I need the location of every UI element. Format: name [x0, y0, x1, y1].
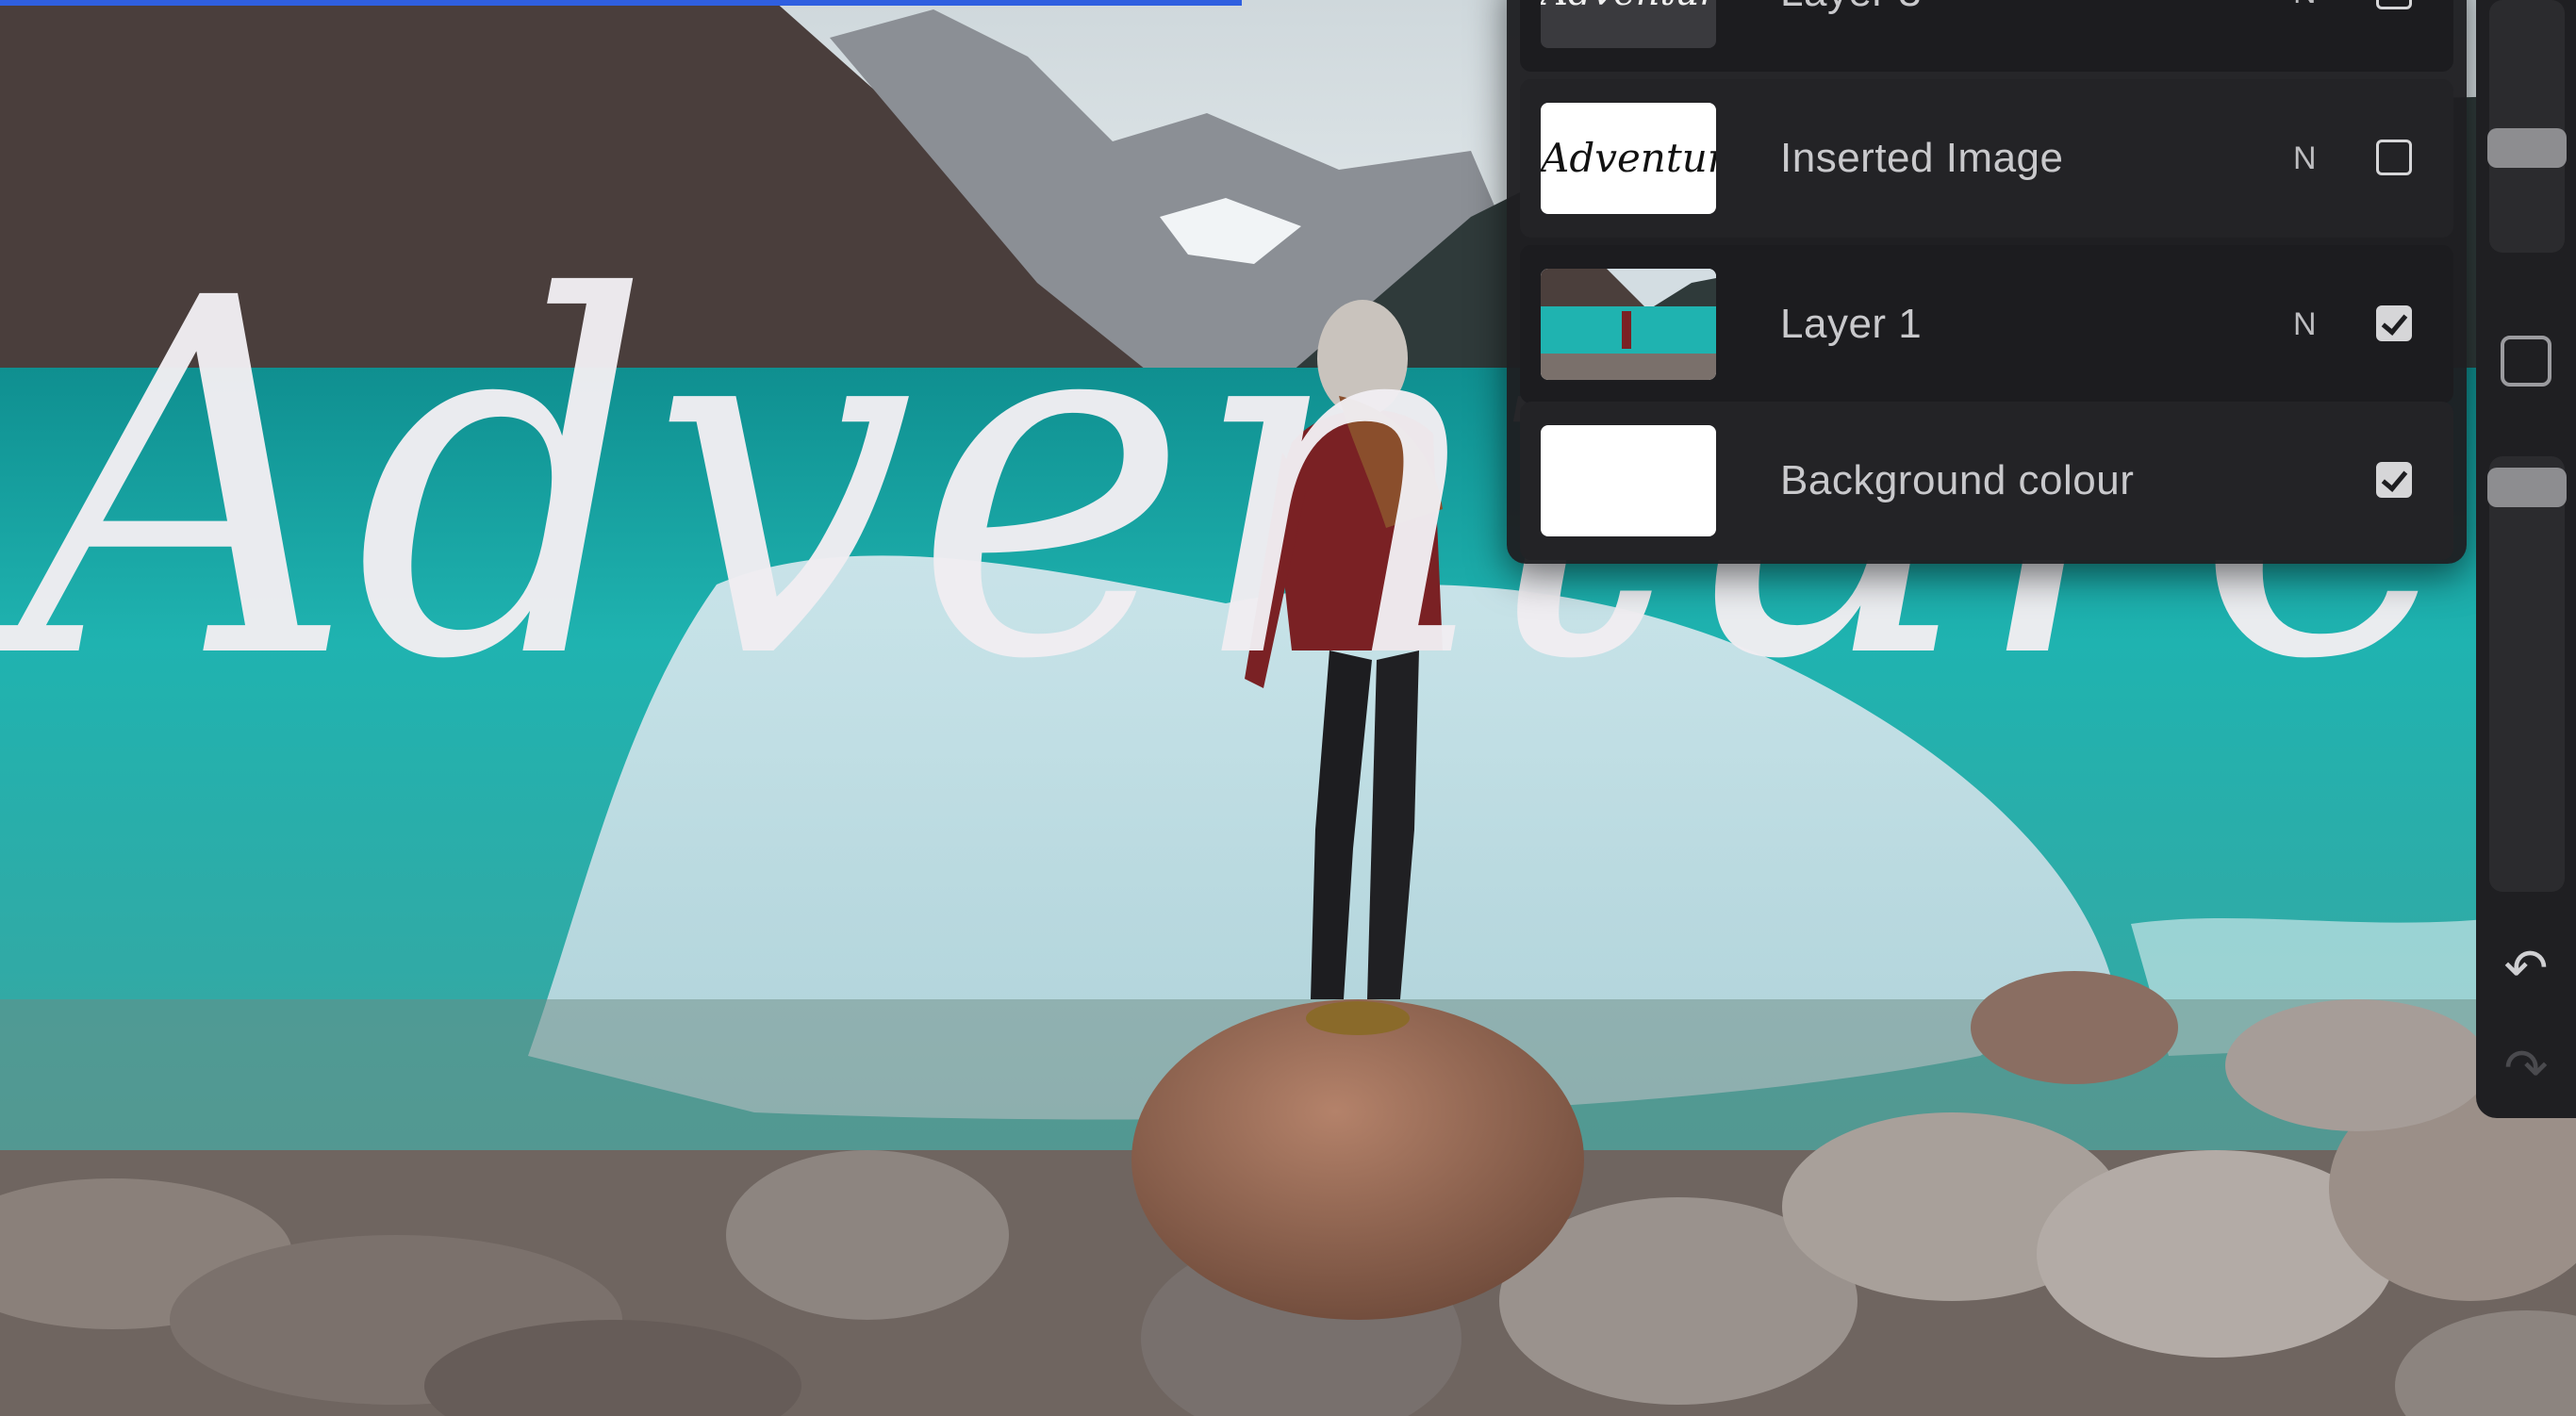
- layers-panel: Adventure Layer 3 N Adventure Inserted I…: [1507, 0, 2467, 564]
- layer-row-background-colour[interactable]: Background colour: [1520, 402, 2453, 560]
- layer-1-thumbnail: [1541, 269, 1716, 380]
- redo-arrow-icon[interactable]: ↷: [2491, 1033, 2561, 1103]
- visibility-checkbox[interactable]: [2376, 305, 2412, 341]
- brush-size-slider[interactable]: [2487, 0, 2567, 253]
- undo-arrow-icon[interactable]: ↶: [2491, 933, 2561, 1003]
- blend-mode-button[interactable]: N: [2293, 245, 2317, 403]
- layer-row-layer-3[interactable]: Adventure Layer 3 N: [1520, 0, 2453, 72]
- layer-3-thumbnail: Adventure: [1541, 0, 1716, 48]
- right-sidebar: ↶ ↷: [2476, 0, 2576, 1118]
- background-colour-swatch: [1541, 425, 1716, 536]
- brush-size-slider-thumb[interactable]: [2487, 128, 2567, 168]
- top-progress-bar: [0, 0, 1242, 6]
- visibility-checkbox[interactable]: [2376, 0, 2412, 9]
- visibility-checkbox[interactable]: [2376, 462, 2412, 498]
- layer-name: Background colour: [1780, 457, 2135, 503]
- layer-1-thumb-image: [1541, 269, 1716, 380]
- boulder: [1131, 999, 1584, 1320]
- inserted-image-thumbnail: Adventure: [1541, 103, 1716, 214]
- layer-3-thumb-text: Adventure: [1541, 0, 1716, 48]
- visibility-checkbox[interactable]: [2376, 140, 2412, 175]
- layer-name: Layer 3: [1780, 0, 1922, 72]
- opacity-slider[interactable]: [2487, 456, 2567, 892]
- layer-name: Inserted Image: [1780, 135, 2064, 181]
- layer-row-inserted-image[interactable]: Adventure Inserted Image N: [1520, 79, 2453, 238]
- blend-mode-button[interactable]: N: [2293, 79, 2317, 238]
- blend-mode-button[interactable]: N: [2293, 0, 2317, 72]
- layer-name: Layer 1: [1780, 301, 1923, 347]
- opacity-slider-thumb[interactable]: [2487, 468, 2567, 507]
- layer-row-layer-1[interactable]: Layer 1 N: [1520, 245, 2453, 403]
- inserted-image-thumb-text: Adventure: [1541, 135, 1716, 181]
- modify-button[interactable]: [2501, 336, 2551, 387]
